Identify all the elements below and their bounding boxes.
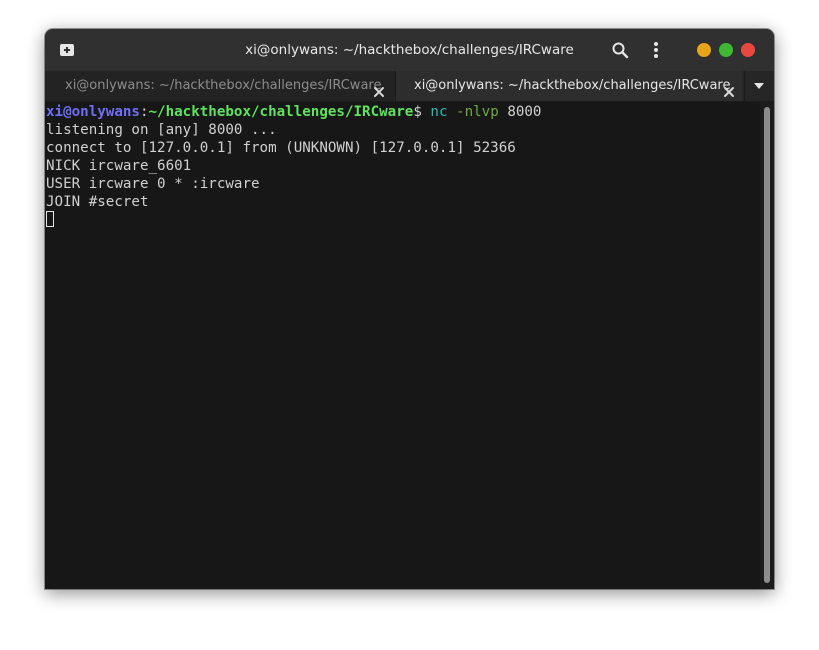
terminal-output[interactable]: xi@onlywans:~/hackthebox/challenges/IRCw… (45, 102, 760, 589)
prompt-separator: : (139, 104, 149, 120)
chevron-down-icon (754, 83, 764, 89)
command-flag: -nlvp (456, 104, 499, 120)
command-name: nc (430, 104, 448, 120)
tab-2[interactable]: xi@onlywans: ~/hackthebox/challenges/IRC… (396, 71, 742, 101)
output-line: NICK ircware_6601 (46, 158, 192, 174)
output-line: listening on [any] 8000 ... (46, 122, 277, 138)
prompt-user: xi@onlywans (46, 104, 140, 120)
tab-close-button[interactable] (373, 80, 385, 97)
tab-label: xi@onlywans: ~/hackthebox/challenges/IRC… (65, 78, 382, 93)
title-bar: xi@onlywans: ~/hackthebox/challenges/IRC… (45, 29, 774, 71)
window-title: xi@onlywans: ~/hackthebox/challenges/IRC… (245, 42, 574, 58)
prompt-line: xi@onlywans:~/hackthebox/challenges/IRCw… (46, 103, 541, 121)
new-tab-button[interactable] (59, 42, 75, 58)
vertical-dots-icon (654, 42, 658, 58)
search-icon (612, 42, 629, 59)
new-tab-icon (60, 44, 74, 56)
prompt-symbol: $ (413, 104, 431, 120)
tab-list-dropdown[interactable] (744, 71, 774, 101)
minimize-button[interactable] (697, 43, 711, 57)
text-cursor (46, 211, 54, 227)
menu-button[interactable] (651, 41, 661, 59)
output-line: connect to [127.0.0.1] from (UNKNOWN) [1… (46, 140, 516, 156)
output-line: USER ircware 0 * :ircware (46, 176, 260, 192)
terminal-window: xi@onlywans: ~/hackthebox/challenges/IRC… (45, 29, 774, 589)
tab-label: xi@onlywans: ~/hackthebox/challenges/IRC… (414, 78, 731, 93)
close-icon (374, 87, 384, 97)
tab-bar: xi@onlywans: ~/hackthebox/challenges/IRC… (45, 71, 774, 102)
tab-close-button[interactable] (723, 80, 735, 97)
close-icon (724, 87, 734, 97)
prompt-path: ~/hackthebox/challenges/IRCware (148, 104, 414, 120)
tab-1[interactable]: xi@onlywans: ~/hackthebox/challenges/IRC… (45, 71, 396, 101)
command-arg: 8000 (507, 104, 542, 120)
maximize-button[interactable] (719, 43, 733, 57)
scrollbar[interactable] (760, 102, 774, 589)
search-button[interactable] (611, 41, 629, 59)
output-line: JOIN #secret (46, 194, 149, 210)
close-window-button[interactable] (741, 43, 755, 57)
scrollbar-thumb[interactable] (764, 107, 770, 583)
